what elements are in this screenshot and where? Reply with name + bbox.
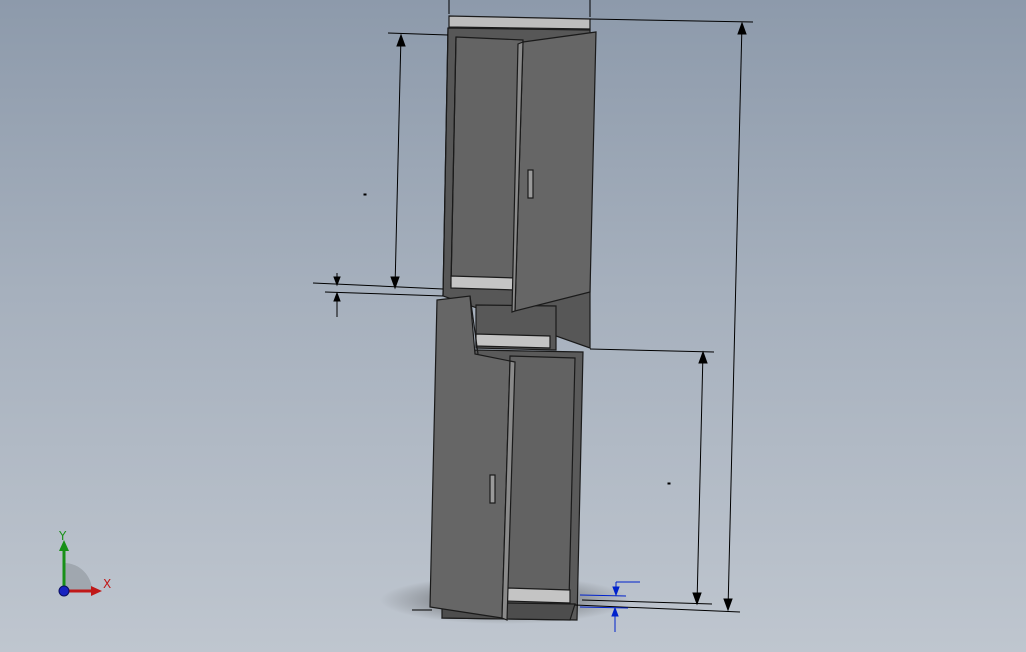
- middle-shelf: [475, 333, 551, 349]
- reference-triad: Y X: [58, 529, 111, 597]
- lower-cabinet-shelf: [505, 587, 571, 604]
- gap-dimension-left[interactable]: [312, 273, 444, 317]
- upper-door-open[interactable]: [514, 31, 597, 312]
- triad-plane-shade: [64, 563, 92, 591]
- upper-cabinet-shelf: [450, 275, 517, 291]
- lower-height-dimension[interactable]: [581, 348, 715, 606]
- y-axis-label: Y: [58, 529, 67, 543]
- upper-door-handle[interactable]: [527, 169, 534, 199]
- upper-cabinet-top: [448, 15, 591, 30]
- upper-cabinet-interior: [450, 36, 524, 291]
- upper-height-dimension[interactable]: [387, 32, 449, 290]
- x-axis-label: X: [103, 577, 111, 591]
- cabinet-model[interactable]: [0, 0, 1026, 652]
- z-axis-dot: [58, 585, 70, 597]
- x-axis-arrow: [91, 586, 102, 596]
- overall-height-dimension[interactable]: [574, 21, 747, 613]
- lower-door-handle[interactable]: [489, 474, 496, 504]
- graphics-viewport[interactable]: Y X: [0, 0, 1026, 652]
